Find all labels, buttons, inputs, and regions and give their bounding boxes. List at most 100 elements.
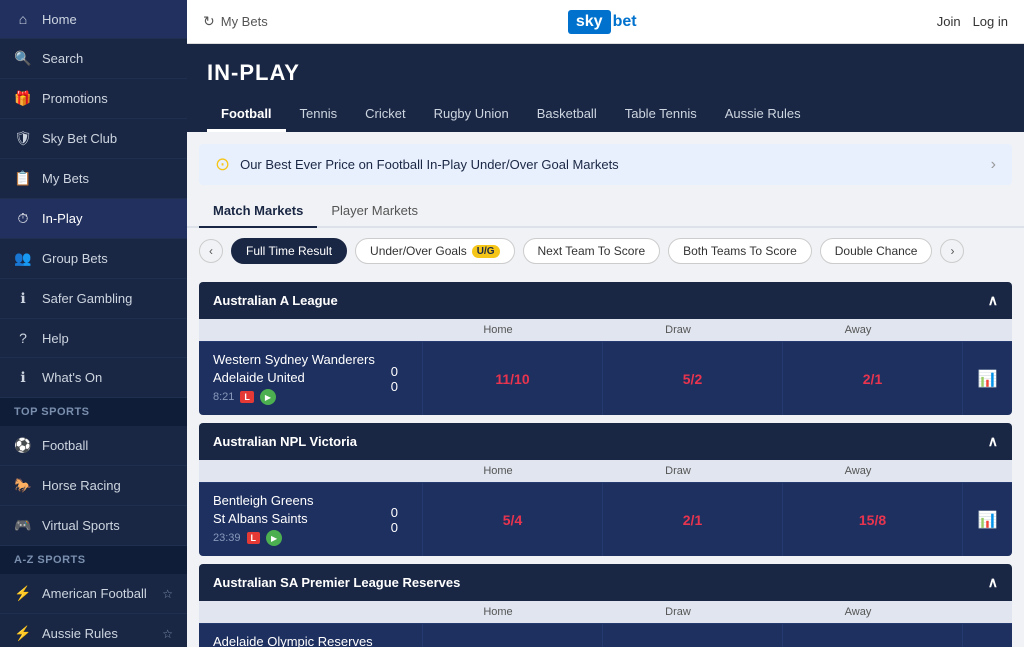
search-icon: 🔍: [14, 50, 32, 67]
league-header-npl-victoria[interactable]: Australian NPL Victoria∧: [199, 423, 1012, 460]
filter-pill-double-chance[interactable]: Double Chance: [820, 238, 933, 264]
match-time: 8:21 L ▶: [213, 389, 375, 405]
sky-text: sky: [568, 10, 611, 34]
match-info: Adelaide Olympic Reserves Adelaide Comet…: [199, 624, 422, 647]
league-name: Australian NPL Victoria: [213, 434, 357, 449]
stats-icon[interactable]: 📊: [978, 369, 998, 389]
home-odds-button[interactable]: 5/4: [493, 508, 532, 532]
home-col-header: Home: [408, 606, 588, 618]
sport-tab-tennis[interactable]: Tennis: [286, 98, 352, 132]
home-score: 0: [391, 364, 398, 379]
favorite-star-icon[interactable]: ☆: [162, 587, 173, 601]
match-info: Bentleigh Greens St Albans Saints 23:39 …: [199, 483, 422, 556]
draw-odds-button[interactable]: 5/2: [673, 367, 712, 391]
content-area: IN-PLAY FootballTennisCricketRugby Union…: [187, 44, 1024, 647]
home-odds-button[interactable]: 11/10: [485, 367, 539, 391]
favorite-star-icon[interactable]: ☆: [162, 627, 173, 641]
promo-text: Our Best Ever Price on Football In-Play …: [240, 157, 981, 172]
home-team-name: Adelaide Olympic Reserves: [213, 634, 373, 647]
collapse-icon: ∧: [988, 292, 998, 309]
login-button[interactable]: Log in: [973, 14, 1008, 29]
market-tabs: Match MarketsPlayer Markets: [187, 185, 1024, 228]
my-bets-topbar[interactable]: ↻ My Bets: [203, 13, 268, 30]
leagues-container: Australian A League∧HomeDrawAway Western…: [187, 282, 1024, 647]
away-odds-button[interactable]: 2/1: [853, 367, 892, 391]
league-name: Australian SA Premier League Reserves: [213, 575, 460, 590]
sidebar-item-search[interactable]: 🔍Search: [0, 39, 187, 79]
sport-tab-rugby-union[interactable]: Rugby Union: [420, 98, 523, 132]
away-col-header: Away: [768, 465, 948, 477]
home-odds-cell: 11/10: [422, 342, 602, 415]
draw-odds-cell: 3/1: [602, 624, 782, 647]
inplay-header: IN-PLAY FootballTennisCricketRugby Union…: [187, 44, 1024, 132]
sidebar-item-whats-on[interactable]: ℹWhat's On: [0, 358, 187, 398]
help-icon: ?: [14, 330, 32, 346]
sidebar-item-aussie-rules[interactable]: ⚡Aussie Rules☆: [0, 614, 187, 647]
sidebar-item-virtual-sports[interactable]: 🎮Virtual Sports: [0, 506, 187, 546]
filter-pill-full-time-result[interactable]: Full Time Result: [231, 238, 347, 264]
market-tab-player-markets[interactable]: Player Markets: [317, 195, 432, 228]
sidebar-item-horse-racing[interactable]: 🐎Horse Racing: [0, 466, 187, 506]
match-row: Western Sydney Wanderers Adelaide United…: [199, 341, 1012, 415]
sport-tab-table-tennis[interactable]: Table Tennis: [611, 98, 711, 132]
sidebar-item-football[interactable]: ⚽Football: [0, 426, 187, 466]
match-col-header: [213, 324, 408, 336]
sidebar-item-skybet-club[interactable]: 🛡Sky Bet Club: [0, 119, 187, 159]
az-sports-header: A-Z SPORTS: [0, 546, 187, 574]
sidebar-item-safer-gambling[interactable]: ℹSafer Gambling: [0, 279, 187, 319]
league-name: Australian A League: [213, 293, 338, 308]
sidebar-item-promotions[interactable]: 🎁Promotions: [0, 79, 187, 119]
collapse-icon: ∧: [988, 574, 998, 591]
filter-pill-under-over-goals[interactable]: Under/Over Goals U/G: [355, 238, 514, 264]
home-odds-cell: 5/4: [422, 483, 602, 556]
sport-tab-aussie-rules[interactable]: Aussie Rules: [711, 98, 815, 132]
away-score: 0: [391, 520, 398, 535]
sidebar-item-home[interactable]: ⌂Home: [0, 0, 187, 39]
filter-next-button[interactable]: ›: [940, 239, 964, 263]
sport-tab-cricket[interactable]: Cricket: [351, 98, 419, 132]
sport-tab-basketball[interactable]: Basketball: [523, 98, 611, 132]
match-col-header: [213, 465, 408, 477]
away-col-header: Away: [768, 606, 948, 618]
sidebar-item-group-bets[interactable]: 👥Group Bets: [0, 239, 187, 279]
filter-pill-next-team-to-score[interactable]: Next Team To Score: [523, 238, 661, 264]
virtual-sports-icon: 🎮: [14, 517, 32, 534]
league-header-sa-premier-reserves[interactable]: Australian SA Premier League Reserves ∧: [199, 564, 1012, 601]
sidebar-item-american-football[interactable]: ⚡American Football☆: [0, 574, 187, 614]
sidebar-item-help[interactable]: ?Help: [0, 319, 187, 358]
site-logo: sky bet: [568, 10, 637, 34]
odds-header-row: HomeDrawAway: [199, 601, 1012, 623]
main-content: ↻ My Bets sky bet Join Log in IN-PLAY Fo…: [187, 0, 1024, 647]
promo-icon: ⊙: [215, 154, 230, 175]
stats-icon[interactable]: 📊: [978, 510, 998, 530]
play-icon: ▶: [260, 389, 276, 405]
topbar: ↻ My Bets sky bet Join Log in: [187, 0, 1024, 44]
away-odds-cell: 2/7: [782, 624, 962, 647]
filter-pill-both-teams-to-score[interactable]: Both Teams To Score: [668, 238, 812, 264]
match-row: Bentleigh Greens St Albans Saints 23:39 …: [199, 482, 1012, 556]
away-odds-cell: 2/1: [782, 342, 962, 415]
draw-col-header: Draw: [588, 606, 768, 618]
odds-header-row: HomeDrawAway: [199, 460, 1012, 482]
sidebar-item-in-play[interactable]: ⏱In-Play: [0, 199, 187, 239]
market-tab-match-markets[interactable]: Match Markets: [199, 195, 317, 228]
pill-badge: U/G: [472, 245, 500, 258]
home-col-header: Home: [408, 324, 588, 336]
home-odds-cell: 10/1: [422, 624, 602, 647]
away-odds-button[interactable]: 15/8: [849, 508, 896, 532]
sidebar: ⌂Home🔍Search🎁Promotions🛡Sky Bet Club📋My …: [0, 0, 187, 647]
join-button[interactable]: Join: [937, 14, 961, 29]
football-icon: ⚽: [14, 437, 32, 454]
filter-row: ‹ Full Time Result Under/Over Goals U/G Ne…: [187, 228, 1024, 274]
draw-odds-button[interactable]: 2/1: [673, 508, 712, 532]
draw-odds-cell: 2/1: [602, 483, 782, 556]
away-team-name: St Albans Saints: [213, 511, 313, 526]
filter-prev-button[interactable]: ‹: [199, 239, 223, 263]
league-header-a-league[interactable]: Australian A League ∧: [199, 282, 1012, 319]
home-icon: ⌂: [14, 11, 32, 27]
promo-banner[interactable]: ⊙ Our Best Ever Price on Football In-Pla…: [199, 144, 1012, 185]
league-npl-victoria: Australian NPL Victoria∧HomeDrawAway Ben…: [199, 423, 1012, 556]
stats-cell: 📊: [962, 342, 1012, 415]
sidebar-item-my-bets[interactable]: 📋My Bets: [0, 159, 187, 199]
sport-tab-football[interactable]: Football: [207, 98, 286, 132]
